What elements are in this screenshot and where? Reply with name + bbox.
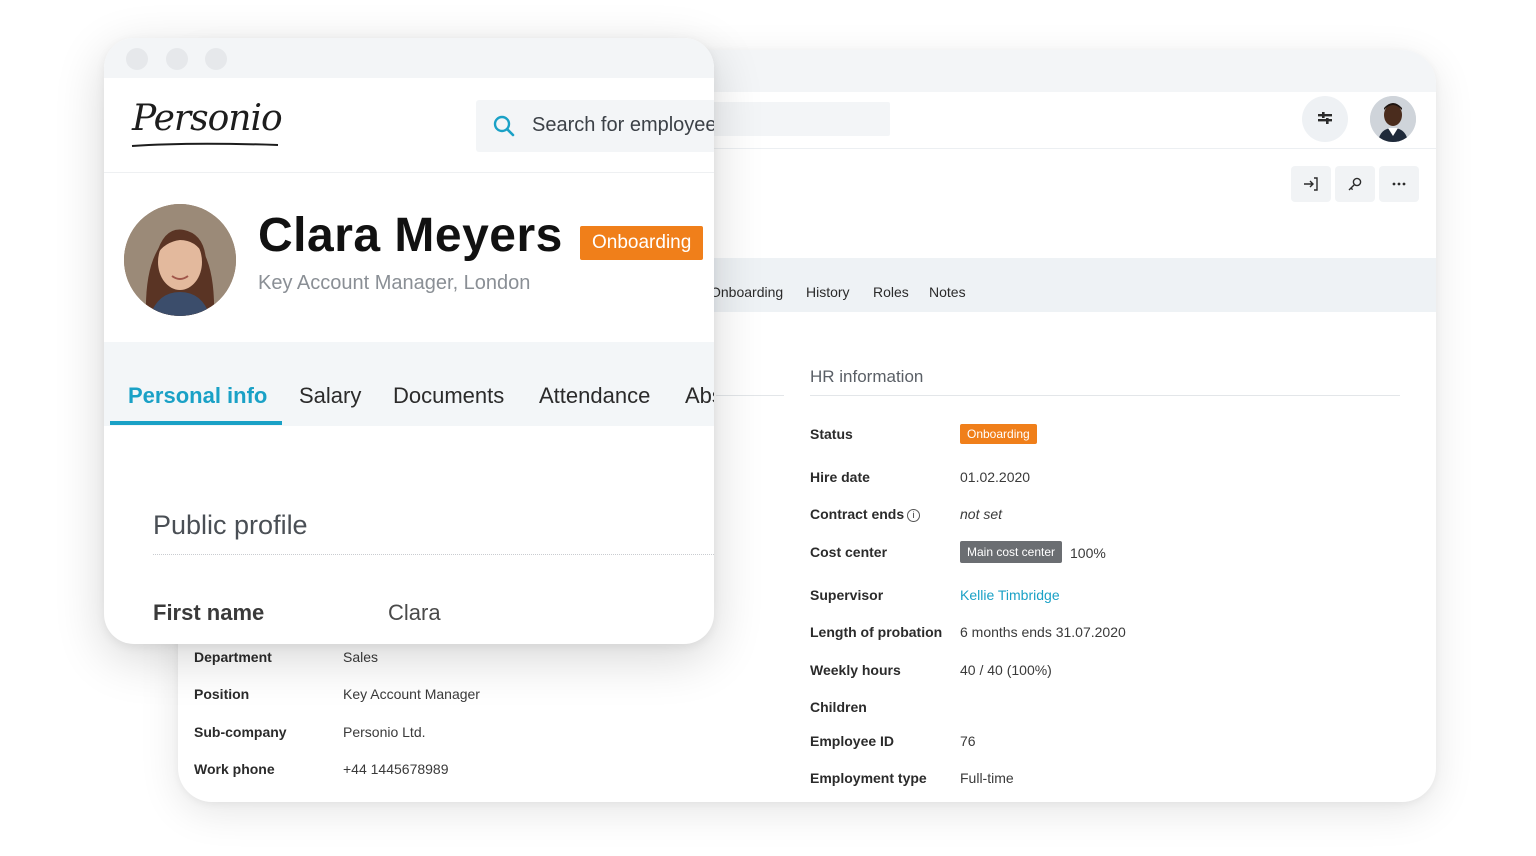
filter-button[interactable]	[1302, 96, 1348, 142]
header-divider	[104, 172, 714, 173]
status-label: Status	[810, 426, 853, 442]
sub-company-label: Sub-company	[194, 724, 287, 740]
login-as-button[interactable]	[1291, 166, 1331, 202]
hr-divider	[810, 395, 1400, 396]
probation-label: Length of probation	[810, 624, 943, 640]
tab-salary[interactable]: Salary	[299, 383, 361, 409]
contract-ends-text: Contract ends	[810, 506, 905, 522]
position-label: Position	[194, 686, 250, 702]
contract-ends-value: not set	[960, 506, 1003, 522]
employment-type-label: Employment type	[810, 770, 927, 786]
sub-company-value: Personio Ltd.	[343, 724, 426, 740]
employee-avatar	[124, 204, 236, 316]
employee-subtitle: Key Account Manager, London	[258, 272, 531, 294]
search-field-extension[interactable]	[698, 102, 890, 136]
employment-type-value: Full-time	[960, 770, 1014, 786]
search-input[interactable]: Search for employee	[476, 100, 714, 152]
employee-profile-window-front: Personio Search for employee Clara Meyer…	[104, 38, 714, 644]
tab-roles[interactable]: Roles	[873, 284, 909, 300]
work-phone-label: Work phone	[194, 761, 275, 777]
supervisor-label: Supervisor	[810, 587, 884, 603]
personio-logo[interactable]: Personio	[128, 96, 284, 154]
weekly-hours-label: Weekly hours	[810, 662, 901, 678]
probation-value: 6 months ends 31.07.2020	[960, 624, 1126, 640]
search-placeholder: Search for employee	[532, 114, 714, 136]
info-icon[interactable]: i	[907, 509, 921, 522]
hire-date-value: 01.02.2020	[960, 469, 1031, 485]
department-value: Sales	[343, 649, 379, 665]
weekly-hours-value: 40 / 40 (100%)	[960, 662, 1052, 678]
window-close-dot[interactable]	[126, 48, 148, 70]
more-icon	[1392, 182, 1406, 186]
children-label: Children	[810, 699, 867, 715]
section-divider	[716, 395, 784, 396]
user-avatar[interactable]	[1370, 96, 1416, 142]
window-maximize-dot[interactable]	[205, 48, 227, 70]
employee-id-value: 76	[960, 733, 976, 749]
first-name-value: Clara	[388, 600, 441, 625]
contract-ends-label: Contract ends i	[810, 506, 921, 522]
window-titlebar	[104, 38, 714, 78]
cost-center-label: Cost center	[810, 544, 888, 560]
employee-status-badge: Onboarding	[580, 226, 704, 260]
more-options-button[interactable]	[1379, 166, 1419, 202]
employee-id-label: Employee ID	[810, 733, 895, 749]
filter-icon	[1318, 112, 1332, 124]
supervisor-link[interactable]: Kellie Timbridge	[960, 587, 1060, 603]
cost-center-badge: Main cost center	[960, 541, 1063, 563]
tab-personal-info[interactable]: Personal info	[128, 383, 267, 409]
logo-text: Personio	[132, 98, 283, 139]
window-minimize-dot[interactable]	[166, 48, 188, 70]
tab-absences[interactable]: Abs	[685, 383, 714, 409]
first-name-label: First name	[153, 600, 265, 625]
cost-center-percentage: 100%	[1070, 545, 1106, 561]
search-icon	[493, 115, 515, 137]
public-profile-title: Public profile	[153, 510, 308, 540]
position-value: Key Account Manager	[343, 686, 480, 702]
hr-information-title: HR information	[810, 367, 924, 386]
status-badge: Onboarding	[960, 424, 1037, 444]
work-phone-value: +44 1445678989	[343, 761, 449, 777]
tab-onboarding[interactable]: Onboarding	[710, 284, 783, 300]
active-tab-indicator	[110, 421, 282, 425]
access-rights-button[interactable]	[1335, 166, 1375, 202]
section-divider	[153, 554, 714, 555]
tab-documents[interactable]: Documents	[393, 383, 504, 409]
employee-name: Clara Meyers	[258, 209, 563, 262]
sign-in-icon	[1304, 177, 1318, 191]
tab-history[interactable]: History	[806, 284, 850, 300]
hire-date-label: Hire date	[810, 469, 870, 485]
tab-attendance[interactable]: Attendance	[539, 383, 650, 409]
key-icon	[1348, 177, 1362, 191]
tab-notes[interactable]: Notes	[929, 284, 966, 300]
department-label: Department	[194, 649, 272, 665]
